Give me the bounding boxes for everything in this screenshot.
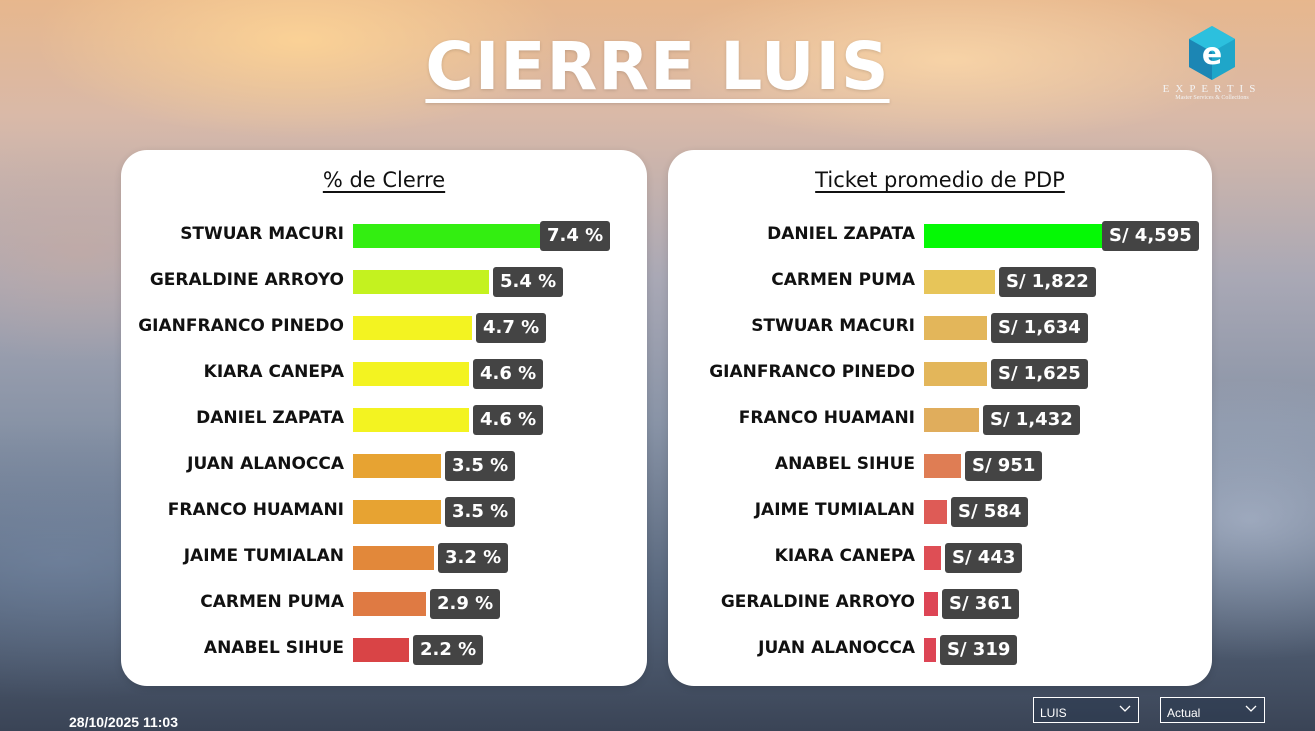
bar-value-label: 3.5 % xyxy=(445,451,516,481)
bar-row: JUAN ALANOCCA 3.5 % xyxy=(121,451,647,481)
bar-value-label: S/ 1,432 xyxy=(983,405,1080,435)
bar-row: CARMEN PUMA S/ 1,822 xyxy=(668,267,1212,297)
manager-slicer-value: LUIS xyxy=(1040,706,1067,720)
bar xyxy=(924,224,1102,248)
bar-value-label: S/ 951 xyxy=(965,451,1043,481)
page-title: CIERRE LUIS xyxy=(425,28,890,105)
bar-value-label: 7.4 % xyxy=(540,221,611,251)
manager-slicer[interactable]: LUIS xyxy=(1033,697,1139,723)
bar-category-label: GERALDINE ARROYO xyxy=(720,592,915,612)
bar-value-label: S/ 1,625 xyxy=(991,359,1088,389)
bar-value-label: S/ 361 xyxy=(942,589,1020,619)
bar xyxy=(353,362,469,386)
bar-category-label: JAIME TUMIALAN xyxy=(183,546,344,566)
bar xyxy=(353,316,472,340)
logo-wordmark: EXPERTIS xyxy=(1162,83,1262,95)
period-slicer[interactable]: Actual xyxy=(1160,697,1265,723)
chevron-down-icon xyxy=(1244,701,1258,718)
bar-row: GIANFRANCO PINEDO S/ 1,625 xyxy=(668,359,1212,389)
bar-value-label: 2.2 % xyxy=(413,635,484,665)
bar xyxy=(924,592,938,616)
period-slicer-value: Actual xyxy=(1167,706,1201,720)
bar xyxy=(924,638,936,662)
bar-row: ANABEL SIHUE 2.2 % xyxy=(121,635,647,665)
bar-row: JAIME TUMIALAN 3.2 % xyxy=(121,543,647,573)
bar-row: STWUAR MACURI S/ 1,634 xyxy=(668,313,1212,343)
chevron-down-icon xyxy=(1118,701,1132,718)
bar-row: FRANCO HUAMANI 3.5 % xyxy=(121,497,647,527)
bar-value-label: S/ 319 xyxy=(940,635,1018,665)
bar-row: FRANCO HUAMANI S/ 1,432 xyxy=(668,405,1212,435)
bar-row: JUAN ALANOCCA S/ 319 xyxy=(668,635,1212,665)
bar-category-label: CARMEN PUMA xyxy=(200,592,344,612)
bar xyxy=(924,408,979,432)
bar-category-label: STWUAR MACURI xyxy=(751,316,915,336)
logo-hexagon-icon: e xyxy=(1189,26,1235,80)
bar xyxy=(924,316,987,340)
bar-value-label: S/ 4,595 xyxy=(1102,221,1199,251)
bar-category-label: DANIEL ZAPATA xyxy=(767,224,915,244)
bar xyxy=(353,224,540,248)
bar-value-label: 4.6 % xyxy=(473,359,544,389)
bar-row: GERALDINE ARROYO S/ 361 xyxy=(668,589,1212,619)
bar-category-label: ANABEL SIHUE xyxy=(774,454,915,474)
bar xyxy=(353,454,441,478)
bar-row: GERALDINE ARROYO 5.4 % xyxy=(121,267,647,297)
bar xyxy=(353,270,489,294)
cierre-chart-card: % de Clerre STWUAR MACURI 7.4 % GERALDINE … xyxy=(121,150,647,686)
bar-value-label: 4.6 % xyxy=(473,405,544,435)
bar-category-label: JUAN ALANOCCA xyxy=(187,454,344,474)
bar-row: KIARA CANEPA S/ 443 xyxy=(668,543,1212,573)
bar-category-label: GERALDINE ARROYO xyxy=(149,270,344,290)
bar-row: GIANFRANCO PINEDO 4.7 % xyxy=(121,313,647,343)
bar-value-label: 4.7 % xyxy=(476,313,547,343)
bar-category-label: FRANCO HUAMANI xyxy=(167,500,344,520)
bar xyxy=(353,638,409,662)
bar-category-label: CARMEN PUMA xyxy=(771,270,915,290)
bar-row: KIARA CANEPA 4.6 % xyxy=(121,359,647,389)
bar xyxy=(924,500,947,524)
bar xyxy=(353,592,426,616)
bar-row: JAIME TUMIALAN S/ 584 xyxy=(668,497,1212,527)
bar-value-label: 3.2 % xyxy=(438,543,509,573)
bar-category-label: JAIME TUMIALAN xyxy=(754,500,915,520)
bar-category-label: JUAN ALANOCCA xyxy=(758,638,915,658)
svg-text:e: e xyxy=(1202,37,1222,72)
bar xyxy=(353,546,434,570)
company-logo: e EXPERTIS Master Services & Collections xyxy=(1150,24,1274,114)
bar xyxy=(924,546,941,570)
logo-subtitle: Master Services & Collections xyxy=(1175,95,1249,101)
bar xyxy=(924,270,995,294)
bar xyxy=(924,362,987,386)
bar-value-label: 2.9 % xyxy=(430,589,501,619)
bar-category-label: DANIEL ZAPATA xyxy=(196,408,344,428)
ticket-chart-card: Ticket promedio de PDP DANIEL ZAPATA S/ 4… xyxy=(668,150,1212,686)
bar xyxy=(353,408,469,432)
bar-category-label: STWUAR MACURI xyxy=(180,224,344,244)
report-timestamp: 28/10/2025 11:03 xyxy=(69,714,178,730)
bar-category-label: GIANFRANCO PINEDO xyxy=(138,316,344,336)
bar-row: CARMEN PUMA 2.9 % xyxy=(121,589,647,619)
bar-value-label: 5.4 % xyxy=(493,267,564,297)
bar-value-label: S/ 584 xyxy=(951,497,1029,527)
bar-category-label: GIANFRANCO PINEDO xyxy=(709,362,915,382)
bar-value-label: 3.5 % xyxy=(445,497,516,527)
cierre-chart-title: % de Clerre xyxy=(322,168,446,192)
bar-row: STWUAR MACURI 7.4 % xyxy=(121,221,647,251)
bar-value-label: S/ 1,822 xyxy=(999,267,1096,297)
bar-category-label: KIARA CANEPA xyxy=(774,546,915,566)
bar-row: ANABEL SIHUE S/ 951 xyxy=(668,451,1212,481)
bar xyxy=(353,500,441,524)
bar-value-label: S/ 443 xyxy=(945,543,1023,573)
bar-row: DANIEL ZAPATA 4.6 % xyxy=(121,405,647,435)
bar-row: DANIEL ZAPATA S/ 4,595 xyxy=(668,221,1212,251)
ticket-chart-title: Ticket promedio de PDP xyxy=(815,168,1065,192)
bar-category-label: KIARA CANEPA xyxy=(203,362,344,382)
bar-category-label: FRANCO HUAMANI xyxy=(738,408,915,428)
bar-value-label: S/ 1,634 xyxy=(991,313,1088,343)
bar-category-label: ANABEL SIHUE xyxy=(203,638,344,658)
bar xyxy=(924,454,961,478)
